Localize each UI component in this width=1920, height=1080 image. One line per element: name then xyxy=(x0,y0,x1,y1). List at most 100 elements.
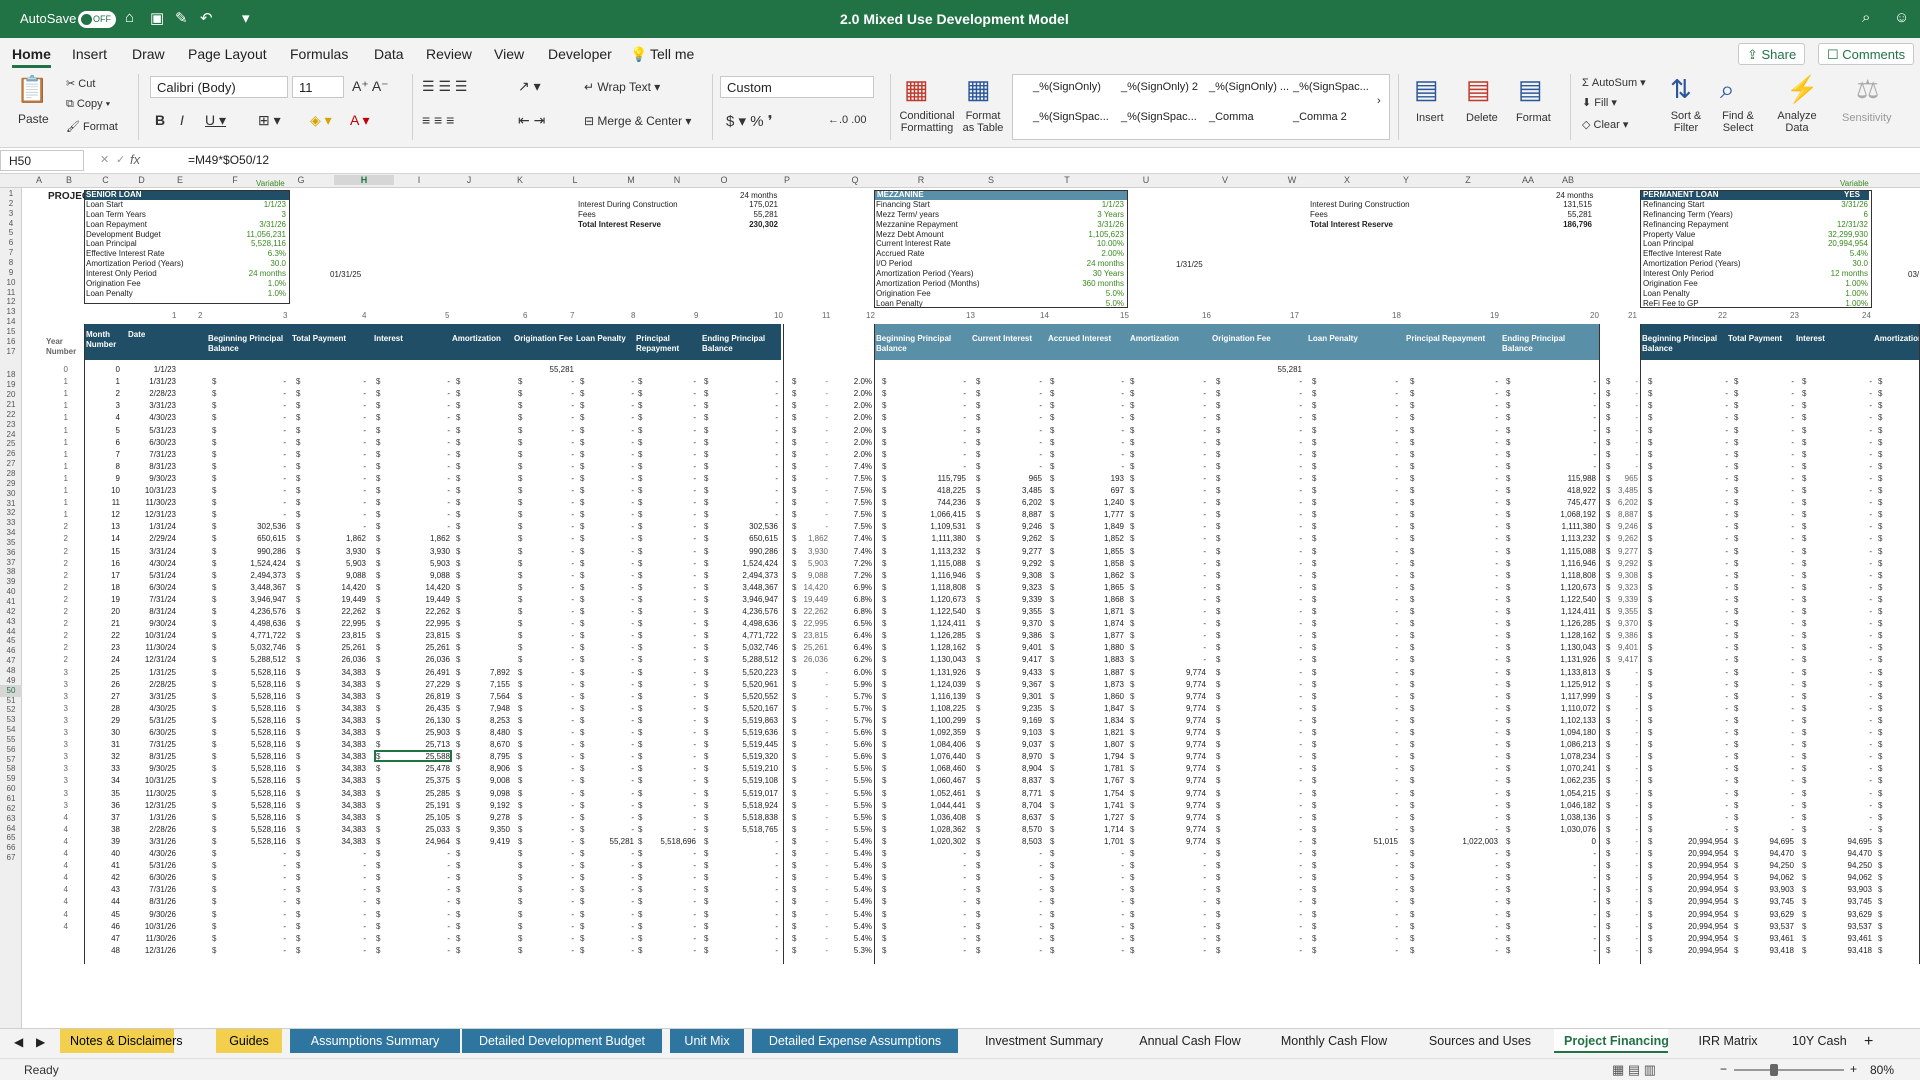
style-item[interactable]: _Comma xyxy=(1209,111,1254,123)
fill-color-icon[interactable]: ◈ ▾ xyxy=(310,112,332,129)
insert-button[interactable]: Insert xyxy=(1416,112,1444,124)
style-item[interactable]: _Comma 2 xyxy=(1293,111,1347,123)
format-cells-icon[interactable]: ▤ xyxy=(1518,74,1543,105)
chevron-right-icon[interactable]: › xyxy=(1377,95,1381,107)
column-header[interactable]: M xyxy=(604,175,658,185)
delete-button[interactable]: Delete xyxy=(1466,112,1498,124)
undo-icon[interactable]: ↶ xyxy=(200,9,213,27)
conditional-formatting-icon[interactable]: ▦ xyxy=(904,74,929,105)
column-header[interactable]: E xyxy=(158,175,202,185)
home-icon[interactable]: ⌂ xyxy=(125,9,134,26)
paste-icon[interactable]: 📋 xyxy=(16,74,48,105)
insert-cells-icon[interactable]: ▤ xyxy=(1414,74,1439,105)
add-sheet-icon[interactable]: + xyxy=(1864,1033,1873,1051)
font-size-select[interactable]: 11 xyxy=(292,76,344,98)
sheet-tab[interactable]: Monthly Cash Flow xyxy=(1266,1029,1402,1053)
column-header[interactable]: V xyxy=(1186,175,1264,185)
sensitivity-button[interactable]: Sensitivity xyxy=(1842,112,1892,124)
column-header[interactable]: N xyxy=(658,175,696,185)
column-header[interactable]: A xyxy=(26,175,52,185)
style-item[interactable]: _%(SignOnly) ... xyxy=(1209,81,1289,93)
formula-input[interactable]: =M49*$O50/12 xyxy=(188,153,269,167)
column-header[interactable]: L xyxy=(546,175,604,185)
tab-page-layout[interactable]: Page Layout xyxy=(188,46,267,62)
font-color-icon[interactable]: A ▾ xyxy=(350,112,369,129)
align-left-icon[interactable]: ≡ ≡ ≡ xyxy=(422,112,454,128)
format-painter-button[interactable]: 🖌 Format xyxy=(66,120,118,133)
autosave-toggle[interactable]: OFF xyxy=(78,11,116,28)
style-item[interactable]: _%(SignOnly) xyxy=(1033,81,1101,93)
cancel-icon[interactable]: ✕ xyxy=(100,153,109,166)
wrap-text-button[interactable]: ↵ Wrap Text ▾ xyxy=(584,80,660,94)
sheet-tab[interactable]: Guides xyxy=(216,1029,282,1053)
name-box[interactable]: H50 xyxy=(0,150,84,171)
sheet-tab[interactable]: Assumptions Summary xyxy=(290,1029,460,1053)
format-table-icon[interactable]: ▦ xyxy=(966,74,991,105)
sheet-tab[interactable]: Project Financing xyxy=(1554,1029,1669,1053)
format-button[interactable]: Format xyxy=(1516,112,1551,124)
clear-button[interactable]: ◇ Clear ▾ xyxy=(1582,118,1628,131)
style-item[interactable]: _%(SignSpac... xyxy=(1293,81,1369,93)
tab-formulas[interactable]: Formulas xyxy=(290,46,348,62)
next-sheet-icon[interactable]: ▶ xyxy=(36,1035,45,1049)
underline-button[interactable]: U ▾ xyxy=(205,112,226,129)
grow-font-icon[interactable]: A⁺ A⁻ xyxy=(352,78,389,95)
delete-cells-icon[interactable]: ▤ xyxy=(1466,74,1491,105)
column-header[interactable]: O xyxy=(696,175,752,185)
zoom-out-icon[interactable]: − xyxy=(1720,1062,1727,1076)
column-header[interactable]: R xyxy=(888,175,954,185)
find-select-button[interactable]: Find & Select xyxy=(1718,110,1758,134)
column-header[interactable]: X xyxy=(1320,175,1374,185)
account-icon[interactable]: ☺ xyxy=(1894,9,1909,26)
search-icon[interactable]: ⌕ xyxy=(1862,9,1870,26)
currency-icon[interactable]: $ ▾ % ❜ xyxy=(726,112,773,130)
cell-styles-gallery[interactable]: _%(SignOnly) _%(SignOnly) 2 _%(SignOnly)… xyxy=(1012,74,1390,140)
normal-view-icon[interactable]: ▦ ▤ ▥ xyxy=(1612,1062,1656,1078)
column-header[interactable]: W xyxy=(1264,175,1320,185)
analyze-icon[interactable]: ⚡ xyxy=(1786,74,1818,105)
column-header[interactable]: U xyxy=(1106,175,1186,185)
sensitivity-icon[interactable]: ⚖ xyxy=(1856,74,1879,105)
sort-filter-icon[interactable]: ⇅ xyxy=(1670,74,1692,105)
style-item[interactable]: _%(SignOnly) 2 xyxy=(1121,81,1198,93)
column-header[interactable]: AB xyxy=(1558,175,1578,185)
paste-button[interactable]: Paste xyxy=(18,112,49,126)
number-format-select[interactable]: Custom xyxy=(720,76,874,98)
borders-icon[interactable]: ⊞ ▾ xyxy=(258,112,281,129)
sheet-tab[interactable]: Detailed Expense Assumptions xyxy=(752,1029,958,1053)
sheet-tab[interactable]: Unit Mix xyxy=(670,1029,744,1053)
column-header[interactable]: T xyxy=(1028,175,1106,185)
sheet-tab[interactable]: Detailed Development Budget xyxy=(462,1029,662,1053)
orientation-icon[interactable]: ↗ ▾ xyxy=(518,78,541,95)
column-header[interactable]: K xyxy=(494,175,546,185)
column-header[interactable]: Y xyxy=(1374,175,1438,185)
sheet-tab[interactable]: Notes & Disclaimers xyxy=(60,1029,183,1053)
style-item[interactable]: _%(SignSpac... xyxy=(1033,111,1109,123)
copy-button[interactable]: ⧉ Copy ▾ xyxy=(66,98,110,111)
column-header[interactable]: H xyxy=(334,175,394,185)
bold-button[interactable]: B xyxy=(155,112,165,128)
analyze-data-button[interactable]: Analyze Data xyxy=(1774,110,1820,134)
column-header[interactable]: D xyxy=(125,175,158,185)
tab-data[interactable]: Data xyxy=(374,46,404,62)
column-header[interactable]: J xyxy=(444,175,494,185)
indent-icon[interactable]: ⇤ ⇥ xyxy=(518,112,545,129)
zoom-in-icon[interactable]: + xyxy=(1850,1062,1857,1076)
save-icon[interactable]: ▣ xyxy=(150,9,164,27)
column-header[interactable]: S xyxy=(954,175,1028,185)
tab-home[interactable]: Home xyxy=(12,46,51,68)
column-header[interactable]: I xyxy=(394,175,444,185)
edit-icon[interactable]: ✎ xyxy=(175,9,188,27)
merge-center-button[interactable]: ⊟ Merge & Center ▾ xyxy=(584,114,691,128)
tab-tell-me[interactable]: Tell me xyxy=(650,46,694,62)
cut-button[interactable]: ✂ Cut xyxy=(66,77,95,90)
column-header[interactable]: B xyxy=(52,175,86,185)
customize-icon[interactable]: ▾ xyxy=(242,9,250,27)
align-top-icon[interactable]: ☰ ☰ ☰ xyxy=(422,78,467,95)
sort-filter-button[interactable]: Sort & Filter xyxy=(1666,110,1706,134)
column-header[interactable]: Q xyxy=(822,175,888,185)
style-item[interactable]: _%(SignSpac... xyxy=(1121,111,1197,123)
comments-button[interactable]: ☐ Comments xyxy=(1818,43,1915,65)
column-header[interactable]: P xyxy=(752,175,822,185)
tab-developer[interactable]: Developer xyxy=(548,46,612,62)
